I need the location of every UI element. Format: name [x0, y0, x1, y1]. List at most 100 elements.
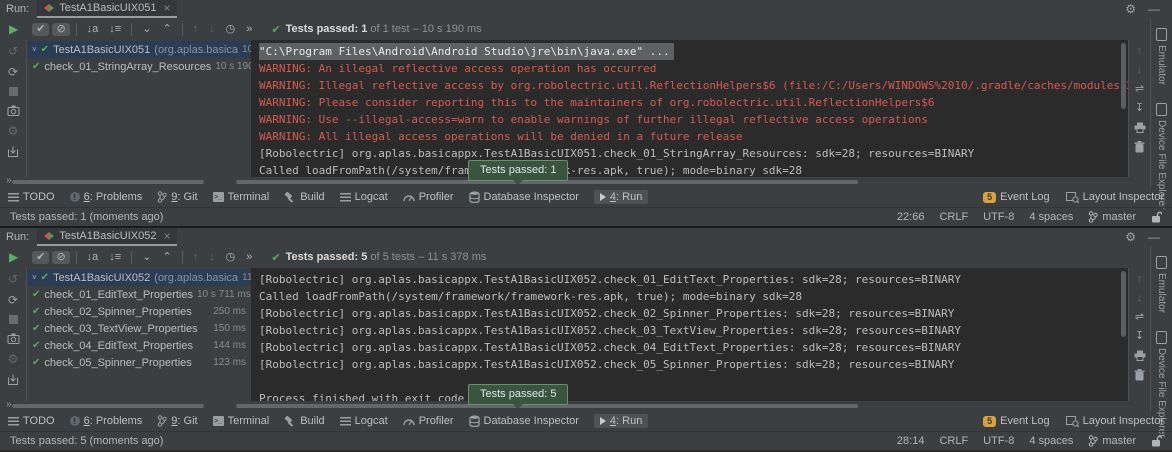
soft-wrap-icon[interactable]: ⇌	[1135, 84, 1144, 95]
down-stack-trace-icon[interactable]: ↓	[1137, 65, 1143, 76]
more-toolbar-icon[interactable]: »	[242, 251, 256, 264]
readonly-lock-icon[interactable]	[1151, 435, 1162, 447]
clear-console-trash-icon[interactable]	[1134, 141, 1145, 153]
layout-inspector-button[interactable]: Layout Inspector	[1066, 191, 1164, 203]
tool-button-git[interactable]: 9: Git	[157, 415, 197, 427]
tool-button-emulator[interactable]: Emulator	[1156, 256, 1167, 313]
test-tree-row[interactable]: ✔ check_01_EditText_Properties 10 s 711 …	[27, 286, 251, 303]
tree-horizontal-scrollbar[interactable]	[12, 404, 204, 408]
caret-position[interactable]: 22:66	[897, 211, 925, 223]
test-tree-row[interactable]: ˅ ✔ TestA1BasicUIX051 (org.aplas.basica …	[27, 41, 251, 58]
indent-setting[interactable]: 4 spaces	[1029, 211, 1073, 223]
close-icon[interactable]: ×	[163, 230, 170, 242]
rerun-failed-tests-icon[interactable]: ⟳	[8, 66, 18, 78]
tool-button-logcat[interactable]: Logcat	[340, 191, 388, 203]
tool-button-profiler[interactable]: Profiler	[403, 415, 454, 427]
test-tree[interactable]: ˅ ✔ TestA1BasicUIX052 (org.aplas.basica …	[27, 268, 251, 401]
tool-button-build[interactable]: Build	[284, 191, 324, 203]
import-test-results-icon[interactable]	[7, 374, 19, 386]
run-tab-testa1basicuix052[interactable]: TestA1BasicUIX052 ×	[37, 228, 177, 246]
test-settings-gear-icon[interactable]: ⚙	[8, 125, 19, 137]
show-passed-button[interactable]: ✔	[32, 23, 49, 36]
test-tree-row[interactable]: ˅ ✔ TestA1BasicUIX052 (org.aplas.basica …	[27, 269, 251, 286]
rerun-failed-tests-icon[interactable]: ⟳	[8, 294, 18, 306]
expand-all-button[interactable]: ⌄	[138, 251, 155, 264]
rerun-icon[interactable]: ↺	[8, 45, 18, 57]
chevron-down-icon[interactable]: ˅	[32, 45, 37, 54]
next-occurrence-button[interactable]: ↓	[205, 23, 219, 36]
print-icon[interactable]	[1134, 350, 1146, 361]
tool-button-terminal[interactable]: >_Terminal	[213, 191, 270, 203]
chevron-down-icon[interactable]: ˅	[32, 273, 37, 282]
settings-gear-icon[interactable]: ⚙	[1125, 230, 1136, 244]
tool-button-profiler[interactable]: Profiler	[403, 191, 454, 203]
test-tree-row[interactable]: ✔ check_03_TextView_Properties 150 ms	[27, 320, 251, 337]
tool-button-todo[interactable]: TODO	[8, 191, 55, 203]
readonly-lock-icon[interactable]	[1151, 211, 1162, 223]
up-stack-trace-icon[interactable]: ↑	[1137, 46, 1143, 57]
close-icon[interactable]: ×	[163, 2, 170, 14]
soft-wrap-icon[interactable]: ⇌	[1135, 312, 1144, 323]
tool-button-emulator[interactable]: Emulator	[1156, 28, 1167, 85]
event-log-button[interactable]: 5Event Log	[983, 415, 1050, 427]
tool-button-database-inspector[interactable]: Database Inspector	[469, 415, 579, 427]
settings-gear-icon[interactable]: ⚙	[1125, 2, 1136, 16]
sort-alphabetically-button[interactable]: ↓a	[83, 23, 103, 36]
git-branch-widget[interactable]: master	[1088, 435, 1136, 447]
more-toolbar-icon[interactable]: »	[242, 23, 256, 36]
layout-inspector-button[interactable]: Layout Inspector	[1066, 415, 1164, 427]
down-stack-trace-icon[interactable]: ↓	[1137, 293, 1143, 304]
test-settings-gear-icon[interactable]: ⚙	[8, 353, 19, 365]
screenshot-camera-icon[interactable]	[7, 105, 20, 116]
run-tab-testa1basicuix051[interactable]: TestA1BasicUIX051 ×	[37, 0, 177, 18]
file-encoding[interactable]: UTF-8	[983, 211, 1014, 223]
sort-by-duration-button[interactable]: ↓≡	[105, 251, 125, 264]
test-tree[interactable]: ˅ ✔ TestA1BasicUIX051 (org.aplas.basica …	[27, 40, 251, 177]
tool-button-logcat[interactable]: Logcat	[340, 415, 388, 427]
event-log-button[interactable]: 5Event Log	[983, 191, 1050, 203]
tool-button-problems[interactable]: !6: Problems	[70, 415, 143, 427]
tree-horizontal-scrollbar[interactable]	[12, 180, 204, 184]
previous-occurrence-button[interactable]: ↑	[189, 23, 203, 36]
scroll-to-end-icon[interactable]: ↧	[1135, 103, 1144, 114]
rerun-tests-button[interactable]: ▶	[5, 22, 22, 36]
tool-button-build[interactable]: Build	[284, 415, 324, 427]
hide-window-icon[interactable]: —	[1148, 230, 1160, 244]
rerun-icon[interactable]: ↺	[8, 273, 18, 285]
caret-position[interactable]: 28:14	[897, 435, 925, 447]
tool-button-run[interactable]: 4: Run	[594, 190, 648, 204]
console-output[interactable]: "C:\Program Files\Android\Android Studio…	[251, 40, 1128, 177]
stop-icon[interactable]	[9, 87, 18, 96]
indent-setting[interactable]: 4 spaces	[1029, 435, 1073, 447]
console-vertical-scrollbar[interactable]	[1121, 43, 1126, 109]
show-ignored-button[interactable]: ⊘	[52, 251, 69, 264]
tool-button-problems[interactable]: !6: Problems	[70, 191, 143, 203]
file-encoding[interactable]: UTF-8	[983, 435, 1014, 447]
clear-console-trash-icon[interactable]	[1134, 369, 1145, 381]
collapse-all-button[interactable]: ⌃	[158, 251, 175, 264]
screenshot-camera-icon[interactable]	[7, 333, 20, 344]
sort-by-duration-button[interactable]: ↓≡	[105, 23, 125, 36]
tool-button-git[interactable]: 9: Git	[157, 191, 197, 203]
test-history-button[interactable]: ◷	[222, 251, 240, 264]
sort-alphabetically-button[interactable]: ↓a	[83, 251, 103, 264]
console-output[interactable]: [Robolectric] org.aplas.basicappx.TestA1…	[251, 268, 1128, 401]
stop-icon[interactable]	[9, 315, 18, 324]
show-ignored-button[interactable]: ⊘	[52, 23, 69, 36]
show-passed-button[interactable]: ✔	[32, 251, 49, 264]
test-tree-row[interactable]: ✔ check_05_Spinner_Properties 123 ms	[27, 354, 251, 371]
scroll-to-end-icon[interactable]: ↧	[1135, 331, 1144, 342]
hide-window-icon[interactable]: —	[1148, 2, 1160, 16]
line-ending[interactable]: CRLF	[939, 211, 968, 223]
tool-button-todo[interactable]: TODO	[8, 415, 55, 427]
up-stack-trace-icon[interactable]: ↑	[1137, 274, 1143, 285]
expand-all-button[interactable]: ⌄	[138, 23, 155, 36]
test-tree-row[interactable]: ✔ check_01_StringArray_Resources 10 s 19…	[27, 58, 251, 75]
next-occurrence-button[interactable]: ↓	[205, 251, 219, 264]
collapse-all-button[interactable]: ⌃	[158, 23, 175, 36]
tool-button-run[interactable]: 4: Run	[594, 414, 648, 428]
git-branch-widget[interactable]: master	[1088, 211, 1136, 223]
test-history-button[interactable]: ◷	[222, 23, 240, 36]
test-tree-row[interactable]: ✔ check_04_EditText_Properties 144 ms	[27, 337, 251, 354]
console-vertical-scrollbar[interactable]	[1121, 271, 1126, 337]
